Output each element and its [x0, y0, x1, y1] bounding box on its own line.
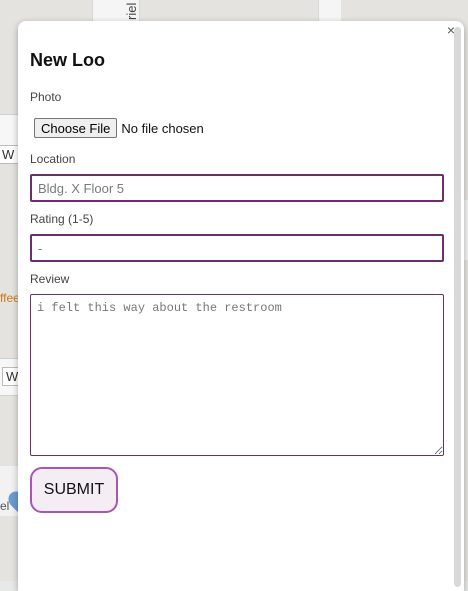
photo-label: Photo [30, 90, 62, 104]
new-loo-dialog: × New Loo Photo Choose File No file chos… [18, 21, 464, 591]
dialog-title: New Loo [30, 50, 105, 70]
rating-label: Rating (1-5) [30, 212, 94, 226]
review-textarea[interactable] [30, 294, 444, 456]
location-input[interactable] [30, 174, 444, 202]
photo-file-input: Choose File No file chosen [34, 118, 204, 138]
file-status-text: No file chosen [121, 120, 204, 136]
rating-input[interactable] [30, 234, 444, 262]
scrollbar-thumb[interactable] [454, 27, 461, 587]
map-road [318, 0, 341, 22]
review-label: Review [30, 272, 70, 286]
map-road [0, 114, 18, 146]
scrollbar[interactable] [453, 27, 461, 587]
map-street-label: riel [124, 2, 139, 20]
map-poi-label: ffee [0, 291, 20, 305]
submit-button[interactable]: SUBMIT [30, 467, 118, 513]
location-label: Location [30, 152, 76, 166]
choose-file-button[interactable]: Choose File [34, 118, 118, 138]
